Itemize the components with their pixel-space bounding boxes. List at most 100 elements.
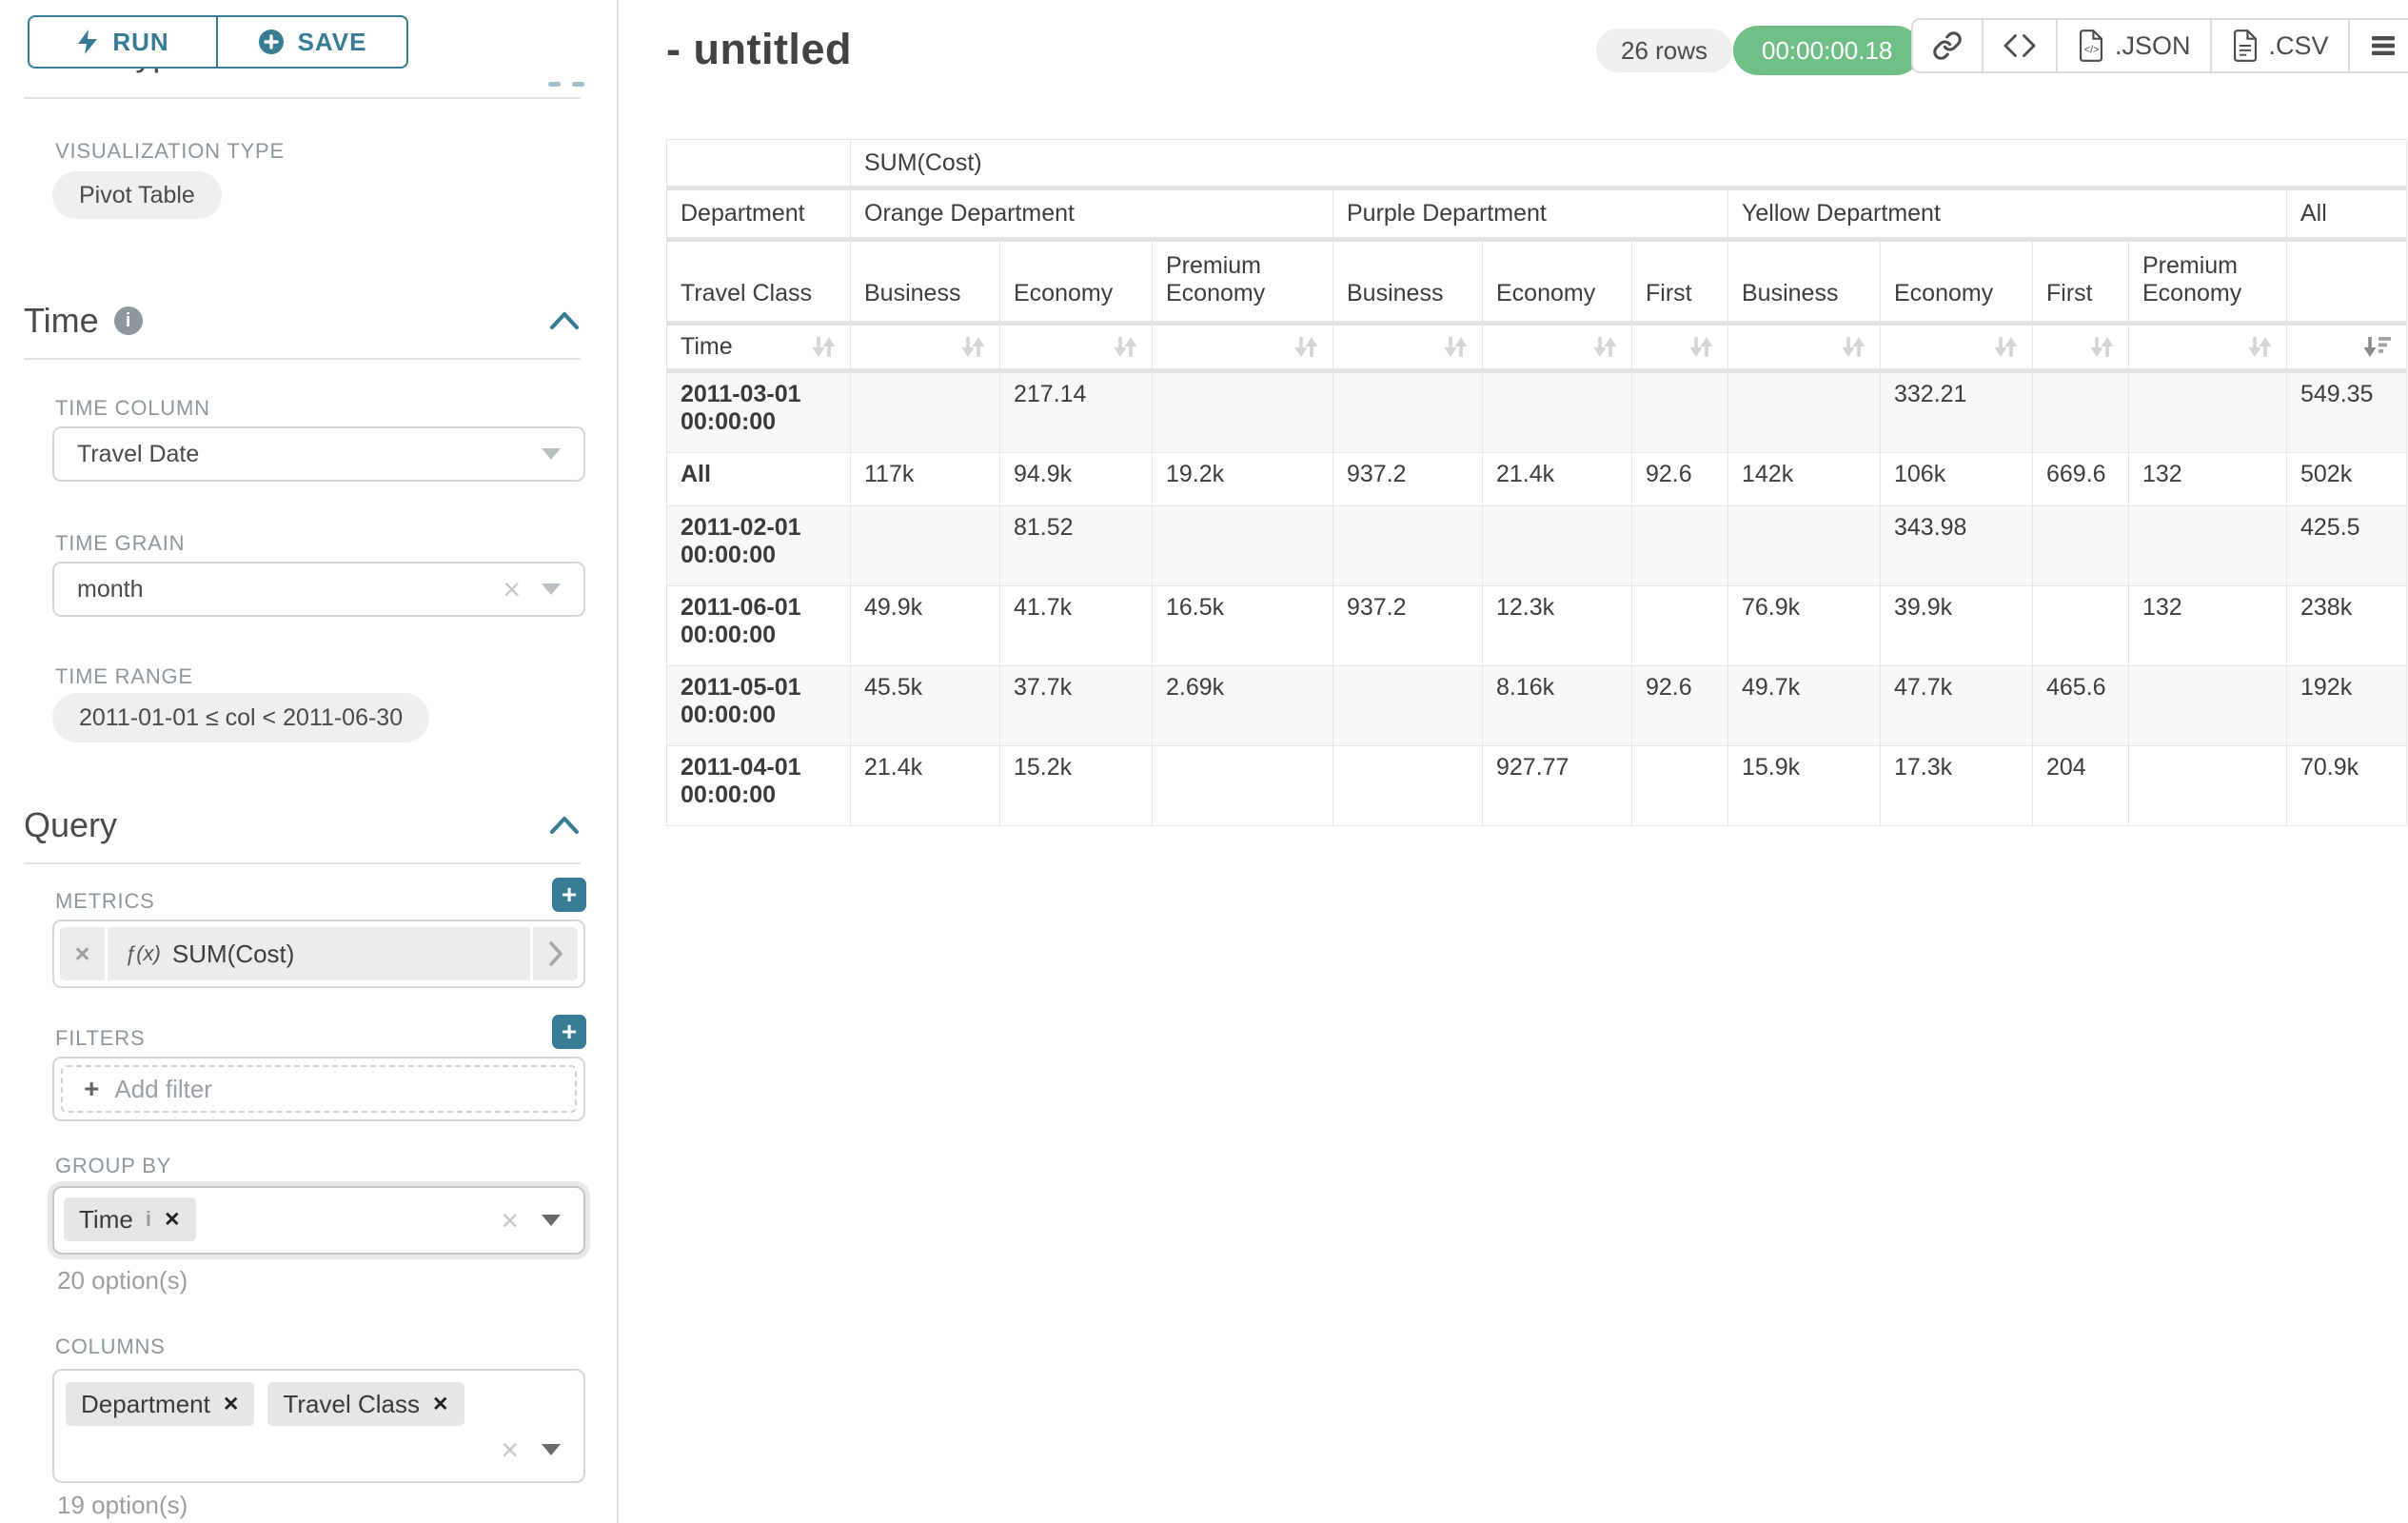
time-column-select[interactable]: Travel Date <box>52 426 585 482</box>
json-button-label: .JSON <box>2115 31 2191 61</box>
sort-button[interactable] <box>1688 335 1714 359</box>
sort-button[interactable] <box>960 335 986 359</box>
share-link-button[interactable] <box>1913 20 1982 71</box>
time-section-header[interactable]: Time i <box>24 301 581 341</box>
pivot-class-header: Economy <box>1881 242 2033 326</box>
row-dim-label: Time <box>681 333 733 361</box>
clear-icon[interactable]: × <box>501 1205 519 1236</box>
sort-button[interactable] <box>811 335 837 359</box>
pivot-value-cell <box>1153 373 1333 453</box>
pivot-table-container: SUM(Cost)DepartmentOrange DepartmentPurp… <box>666 139 2407 826</box>
control-panel: Chart Type RUN SAVE VISUALIZATION TYPE P… <box>0 0 617 1523</box>
export-json-button[interactable]: </> .JSON <box>2056 20 2210 71</box>
pivot-value-cell <box>851 506 1000 586</box>
pivot-class-header: Business <box>1333 242 1483 326</box>
pivot-value-cell: 204 <box>2033 746 2129 826</box>
clear-icon[interactable]: × <box>501 1434 519 1465</box>
caret-down-icon[interactable] <box>542 1444 561 1455</box>
sort-button[interactable] <box>1443 335 1469 359</box>
pivot-value-cell <box>2033 506 2129 586</box>
time-range-pill[interactable]: 2011-01-01 ≤ col < 2011-06-30 <box>52 693 429 742</box>
viz-type-pill[interactable]: Pivot Table <box>52 171 222 219</box>
chart-menu-button[interactable] <box>2348 20 2408 71</box>
pivot-value-cell <box>1728 373 1881 453</box>
pivot-value-cell: 2.69k <box>1153 666 1333 746</box>
chevron-right-icon[interactable] <box>530 927 578 980</box>
pivot-value-cell: 106k <box>1881 453 2033 506</box>
sort-desc-icon <box>2364 335 2393 359</box>
sort-button[interactable] <box>1592 335 1618 359</box>
sort-button[interactable] <box>2247 335 2273 359</box>
pivot-sort-cell <box>1728 326 1881 373</box>
sort-button[interactable] <box>1993 335 2019 359</box>
plus-icon: + <box>84 1074 99 1104</box>
pivot-value-cell: 12.3k <box>1483 586 1632 666</box>
sort-button[interactable] <box>2089 335 2115 359</box>
chart-title[interactable]: - untitled <box>666 25 852 74</box>
sort-icon <box>1993 335 2019 359</box>
group-by-select[interactable]: Timei✕ × <box>52 1186 585 1255</box>
chevron-up-icon <box>572 82 584 87</box>
sort-button[interactable] <box>2364 335 2393 359</box>
add-metric-button[interactable]: + <box>552 878 586 912</box>
chevron-up-icon[interactable] <box>548 309 581 332</box>
sort-button[interactable] <box>1293 335 1319 359</box>
remove-chip-icon[interactable]: ✕ <box>164 1208 181 1232</box>
pivot-sort-cell <box>1881 326 2033 373</box>
pivot-sort-cell <box>2033 326 2129 373</box>
metric-chip[interactable]: × ƒ(x) SUM(Cost) <box>60 927 578 980</box>
sort-button[interactable] <box>1841 335 1866 359</box>
chevron-up-icon <box>548 82 561 87</box>
chevron-up-icon[interactable] <box>548 814 581 837</box>
pivot-group-header: Purple Department <box>1333 190 1728 242</box>
selected-chip[interactable]: Department✕ <box>66 1382 254 1426</box>
pivot-value-cell <box>1632 373 1728 453</box>
remove-chip-icon[interactable]: ✕ <box>432 1393 449 1416</box>
pivot-sort-cell <box>1333 326 1483 373</box>
pivot-value-cell: 92.6 <box>1632 666 1728 746</box>
pivot-value-cell: 70.9k <box>2287 746 2407 826</box>
csv-file-icon <box>2231 30 2260 62</box>
sort-icon <box>811 335 837 359</box>
save-button[interactable]: SAVE <box>216 15 408 69</box>
pivot-value-cell <box>851 373 1000 453</box>
columns-chipset: Department✕ Travel Class✕ <box>66 1382 572 1426</box>
remove-chip-icon[interactable]: ✕ <box>223 1393 240 1416</box>
run-button[interactable]: RUN <box>28 15 216 69</box>
view-query-button[interactable] <box>1982 20 2056 71</box>
pivot-group-header: All <box>2287 190 2407 242</box>
clear-icon[interactable]: × <box>503 574 521 604</box>
pivot-class-header: Economy <box>1483 242 1632 326</box>
pivot-value-cell: 45.5k <box>851 666 1000 746</box>
add-filter-plus-button[interactable]: + <box>552 1015 586 1049</box>
fx-icon: ƒ(x) <box>125 941 161 966</box>
sort-button[interactable] <box>1113 335 1138 359</box>
selected-chip[interactable]: Timei✕ <box>64 1197 196 1241</box>
pivot-value-cell <box>2129 373 2287 453</box>
pivot-class-header <box>2287 242 2407 326</box>
query-section-header[interactable]: Query <box>24 805 581 845</box>
pivot-value-cell: 15.9k <box>1728 746 1881 826</box>
time-grain-select[interactable]: month × <box>52 562 585 617</box>
export-csv-button[interactable]: .CSV <box>2210 20 2348 71</box>
pivot-value-cell: 81.52 <box>1000 506 1153 586</box>
pivot-value-cell <box>1333 746 1483 826</box>
pivot-value-cell: 937.2 <box>1333 453 1483 506</box>
caret-down-icon[interactable] <box>542 1215 561 1226</box>
group-by-label: GROUP BY <box>55 1154 171 1178</box>
pivot-value-cell: 15.2k <box>1000 746 1153 826</box>
pivot-value-cell <box>2129 506 2287 586</box>
time-column-label: TIME COLUMN <box>55 396 210 421</box>
pivot-dim-label: Department <box>666 190 851 242</box>
chart-panel: - untitled 26 rows 00:00:00.18 <box>619 0 2408 1523</box>
time-grain-value: month <box>77 576 143 603</box>
remove-metric-icon[interactable]: × <box>60 927 108 980</box>
pivot-value-cell <box>1333 666 1483 746</box>
pivot-value-cell: 132 <box>2129 586 2287 666</box>
pivot-value-cell: 41.7k <box>1000 586 1153 666</box>
pivot-value-cell <box>2129 666 2287 746</box>
columns-select[interactable]: Department✕ Travel Class✕ × <box>52 1369 585 1483</box>
add-filter-button[interactable]: + Add filter <box>61 1065 577 1113</box>
pivot-value-cell: 502k <box>2287 453 2407 506</box>
selected-chip[interactable]: Travel Class✕ <box>267 1382 464 1426</box>
